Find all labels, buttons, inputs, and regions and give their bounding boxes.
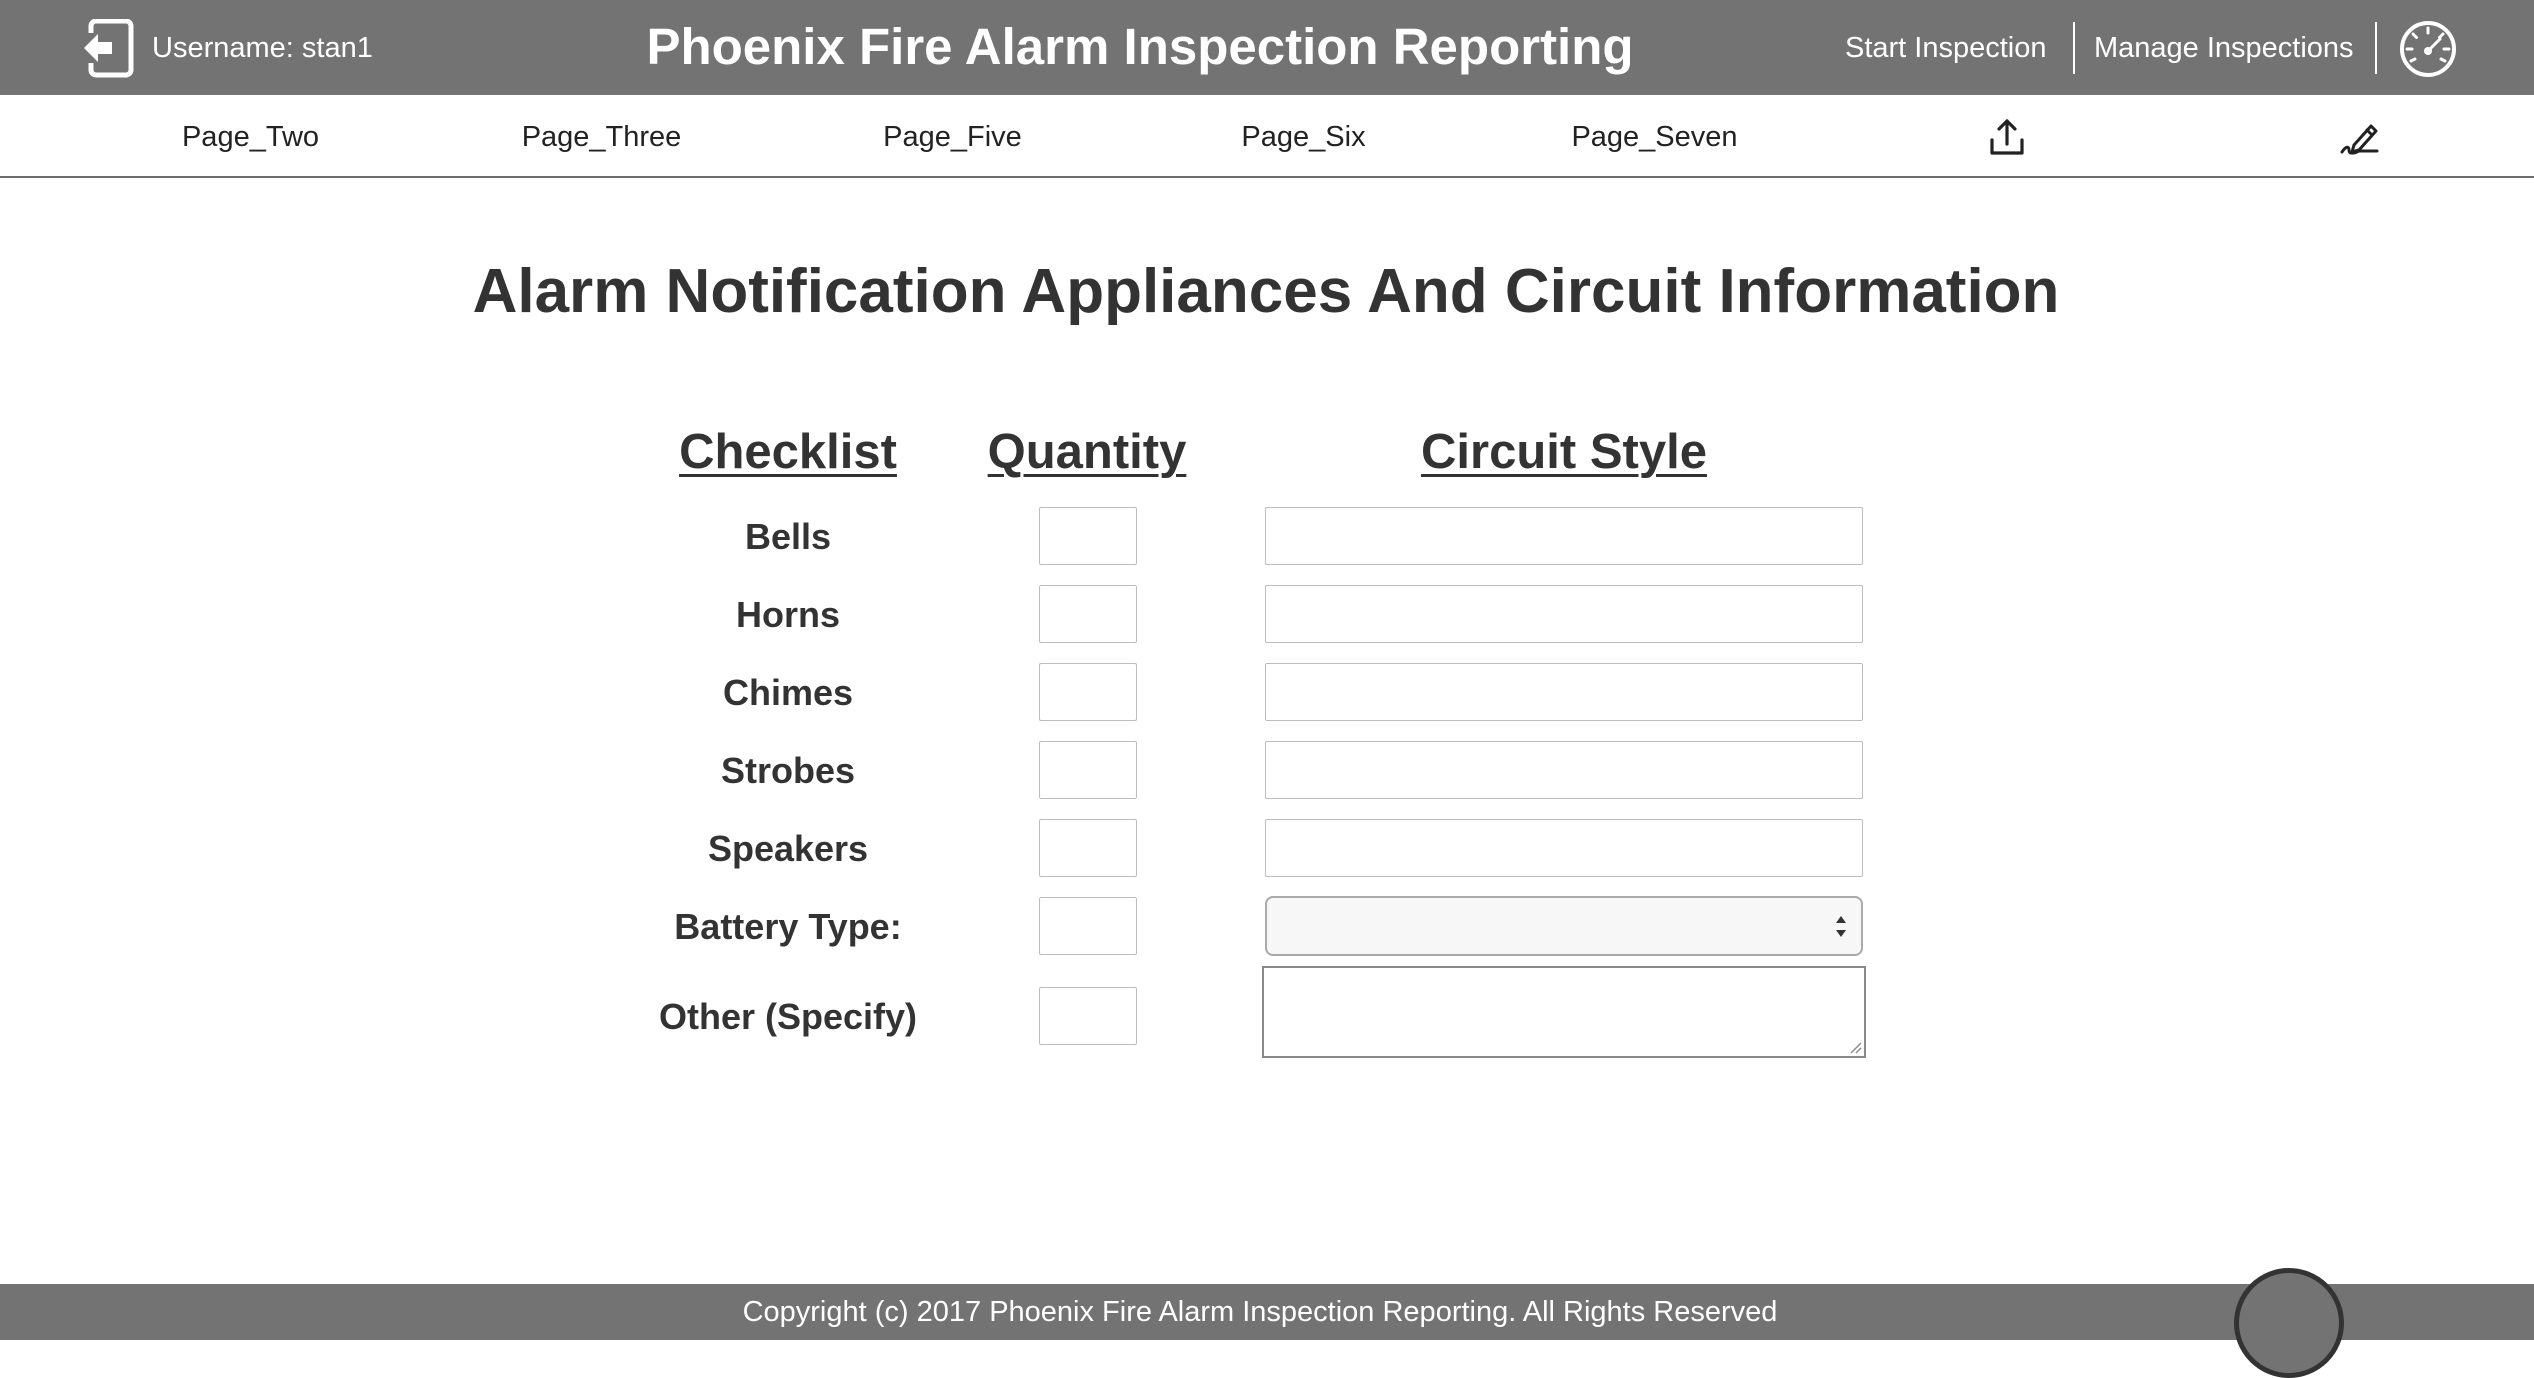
strobes-circuit-style-input[interactable] (1265, 741, 1863, 799)
chimes-quantity-input[interactable] (1039, 663, 1137, 721)
floating-action-button[interactable] (2234, 1268, 2344, 1378)
upload-icon[interactable] (1985, 115, 2029, 159)
chimes-circuit-style-input[interactable] (1265, 663, 1863, 721)
select-arrows-icon (1836, 916, 1846, 937)
chimes-label: Chimes (722, 672, 854, 713)
page-five-tab[interactable]: Page_Five (777, 119, 1128, 155)
copyright-text: Copyright (c) 2017 Phoenix Fire Alarm In… (742, 1296, 1778, 1328)
page-heading-wrap: Alarm Notification Appliances And Circui… (0, 252, 2534, 332)
resize-grip-icon[interactable] (1848, 1040, 1862, 1054)
page-six-tab[interactable]: Page_Six (1128, 119, 1479, 155)
other-quantity-input[interactable] (1039, 987, 1137, 1045)
speakers-label: Speakers (707, 828, 869, 869)
horns-label: Horns (735, 594, 840, 635)
app-title: Phoenix Fire Alarm Inspection Reporting (646, 18, 1634, 75)
page-heading: Alarm Notification Appliances And Circui… (472, 257, 2060, 326)
strobes-quantity-input[interactable] (1039, 741, 1137, 799)
page-three-tab[interactable]: Page_Three (426, 119, 777, 155)
strobes-label: Strobes (720, 750, 856, 791)
battery-type-select[interactable] (1265, 896, 1863, 956)
bells-circuit-style-input[interactable] (1265, 507, 1863, 565)
top-header: Username: stan1 Phoenix Fire Alarm Inspe… (0, 0, 2534, 95)
page-seven-tab[interactable]: Page_Seven (1479, 119, 1830, 155)
other-specify-label: Other (Specify) (658, 996, 918, 1037)
horns-circuit-style-input[interactable] (1265, 585, 1863, 643)
horns-quantity-input[interactable] (1039, 585, 1137, 643)
battery-type-label: Battery Type: (674, 906, 902, 947)
other-specify-textarea[interactable] (1262, 966, 1866, 1058)
nav-divider (2073, 22, 2075, 74)
start-inspection-link[interactable]: Start Inspection (1845, 30, 2047, 66)
username-label: Username: stan1 (152, 32, 373, 64)
dashboard-gauge-icon[interactable] (2398, 19, 2458, 79)
battery-type-quantity-input[interactable] (1039, 897, 1137, 955)
signature-pen-icon[interactable] (2337, 115, 2381, 159)
speakers-circuit-style-input[interactable] (1265, 819, 1863, 877)
checklist-column-header: Checklist (679, 425, 897, 479)
page-footer: Copyright (c) 2017 Phoenix Fire Alarm In… (0, 1284, 2534, 1340)
bells-label: Bells (744, 516, 832, 557)
logout-icon[interactable] (76, 19, 136, 79)
speakers-quantity-input[interactable] (1039, 819, 1137, 877)
circuit-style-column-header: Circuit Style (1421, 425, 1707, 479)
quantity-column-header: Quantity (987, 425, 1187, 479)
nav-divider (2375, 22, 2377, 74)
manage-inspections-link[interactable]: Manage Inspections (2094, 30, 2354, 66)
page-navigation: Page_Two Page_Three Page_Five Page_Six P… (0, 95, 2534, 178)
bells-quantity-input[interactable] (1039, 507, 1137, 565)
page-two-tab[interactable]: Page_Two (75, 119, 426, 155)
